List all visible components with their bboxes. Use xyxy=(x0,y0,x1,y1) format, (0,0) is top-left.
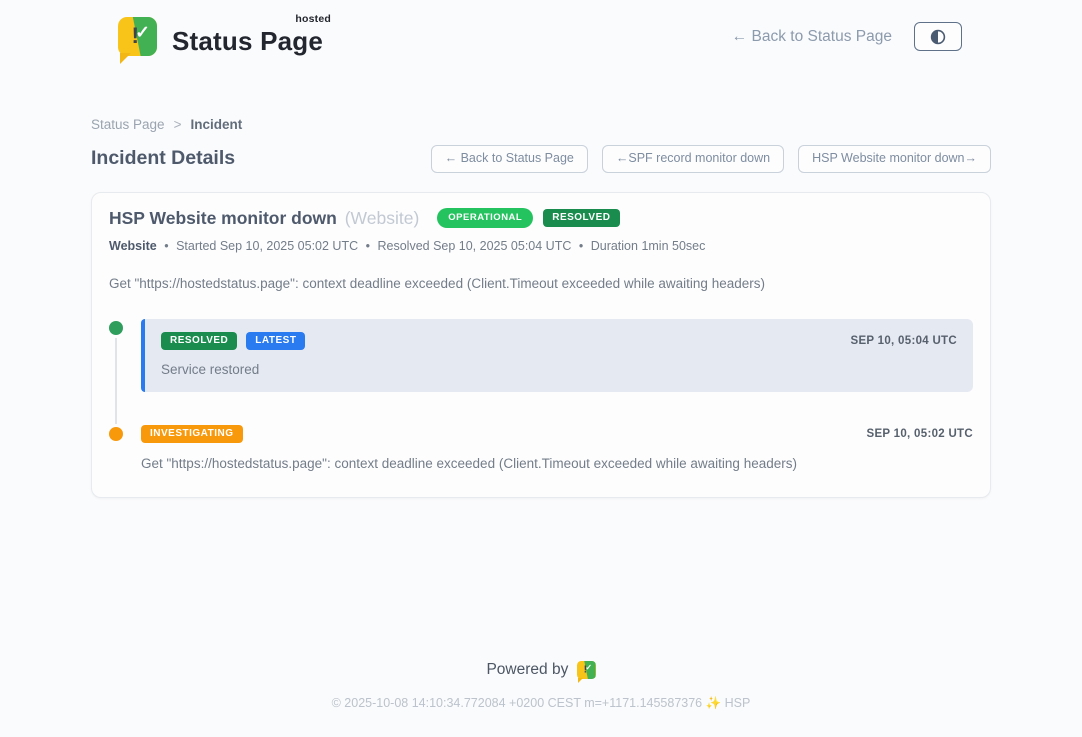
page-title: Incident Details xyxy=(91,147,235,170)
timeline-entry-head: INVESTIGATING SEP 10, 05:02 UTC xyxy=(141,425,973,443)
timeline-entry-box-investigating: INVESTIGATING SEP 10, 05:02 UTC Get "htt… xyxy=(141,425,973,471)
page: ! ✓ hosted Status Page ← Back to Status … xyxy=(0,0,1082,737)
footer: Powered by ! ✓ © 2025-10-08 14:10:34.772… xyxy=(0,661,1082,737)
breadcrumb-incident: Incident xyxy=(190,117,242,132)
back-to-status-page-button[interactable]: ← Back to Status Page xyxy=(431,145,588,173)
copyright-text: © 2025-10-08 14:10:34.772084 +0200 CEST … xyxy=(0,696,1082,711)
incident-component: Website xyxy=(109,239,157,253)
timeline-entry-head: RESOLVED LATEST SEP 10, 05:04 UTC xyxy=(161,332,957,350)
title-row: Incident Details ← Back to Status Page ←… xyxy=(91,145,991,173)
incident-timeline: RESOLVED LATEST SEP 10, 05:04 UTC Servic… xyxy=(109,319,973,471)
incident-meta: Website • Started Sep 10, 2025 05:02 UTC… xyxy=(109,239,973,253)
breadcrumb-status-page[interactable]: Status Page xyxy=(91,117,165,132)
bullet-separator: • xyxy=(579,239,583,253)
powered-by-logo-icon: ! ✓ xyxy=(577,661,595,679)
bubble-tail xyxy=(578,678,583,683)
incident-card: HSP Website monitor down (Website) OPERA… xyxy=(91,192,991,498)
main-content: Status Page > Incident Incident Details … xyxy=(91,117,991,498)
incident-resolved: Resolved Sep 10, 2025 05:04 UTC xyxy=(377,239,571,253)
incident-title-text: HSP Website monitor down xyxy=(109,208,337,228)
bullet-separator: • xyxy=(366,239,370,253)
next-incident-button[interactable]: HSP Website monitor down→ xyxy=(798,145,991,173)
bullet-separator: • xyxy=(164,239,168,253)
incident-scope: (Website) xyxy=(345,208,420,228)
incident-description: Get "https://hostedstatus.page": context… xyxy=(109,276,973,291)
latest-badge: LATEST xyxy=(246,332,305,350)
timeline-entry-investigating: INVESTIGATING SEP 10, 05:02 UTC Get "htt… xyxy=(109,425,973,471)
incident-nav-buttons: ← Back to Status Page ←SPF record monito… xyxy=(431,145,991,173)
incident-duration: Duration 1min 50sec xyxy=(591,239,706,253)
breadcrumb-separator: > xyxy=(174,117,182,132)
operational-status-badge: OPERATIONAL xyxy=(437,208,533,228)
timeline-dot-resolved xyxy=(109,321,123,335)
timeline-entry-box-latest: RESOLVED LATEST SEP 10, 05:04 UTC Servic… xyxy=(141,319,973,392)
incident-title: HSP Website monitor down (Website) xyxy=(109,208,419,229)
resolved-badge: RESOLVED xyxy=(161,332,237,350)
prev-incident-button[interactable]: ←SPF record monitor down xyxy=(602,145,784,173)
brand-name: hosted Status Page xyxy=(172,16,323,57)
brand-superscript: hosted xyxy=(295,13,331,25)
bubble-body: ! ✓ xyxy=(118,17,157,56)
timeline-timestamp: SEP 10, 05:04 UTC xyxy=(850,335,957,347)
brand-name-label: Status Page xyxy=(172,26,323,56)
incident-started: Started Sep 10, 2025 05:02 UTC xyxy=(176,239,358,253)
incident-card-header: HSP Website monitor down (Website) OPERA… xyxy=(109,208,973,229)
timeline-dot-investigating xyxy=(109,427,123,441)
check-icon: ✓ xyxy=(135,24,149,41)
powered-by-label: Powered by xyxy=(486,661,568,679)
theme-toggle-button[interactable] xyxy=(914,22,962,51)
resolved-status-badge: RESOLVED xyxy=(543,209,619,227)
contrast-icon xyxy=(930,29,946,45)
bubble-body: ! ✓ xyxy=(577,661,595,679)
header: ! ✓ hosted Status Page ← Back to Status … xyxy=(0,0,1082,63)
investigating-badge: INVESTIGATING xyxy=(141,425,243,443)
bubble-tail xyxy=(120,53,131,64)
timeline-message: Get "https://hostedstatus.page": context… xyxy=(141,456,973,471)
breadcrumb: Status Page > Incident xyxy=(91,117,991,132)
timeline-message: Service restored xyxy=(161,362,957,377)
brand-bubble-icon: ! ✓ xyxy=(118,17,157,56)
powered-by-link[interactable]: Powered by ! ✓ xyxy=(486,661,595,679)
header-actions: ← Back to Status Page xyxy=(732,22,962,51)
timeline-timestamp: SEP 10, 05:02 UTC xyxy=(866,428,973,440)
back-to-status-page-link[interactable]: ← Back to Status Page xyxy=(732,28,892,46)
brand-logo[interactable]: ! ✓ hosted Status Page xyxy=(118,16,323,57)
timeline-entry-resolved: RESOLVED LATEST SEP 10, 05:04 UTC Servic… xyxy=(109,319,973,392)
check-icon: ✓ xyxy=(585,664,592,672)
